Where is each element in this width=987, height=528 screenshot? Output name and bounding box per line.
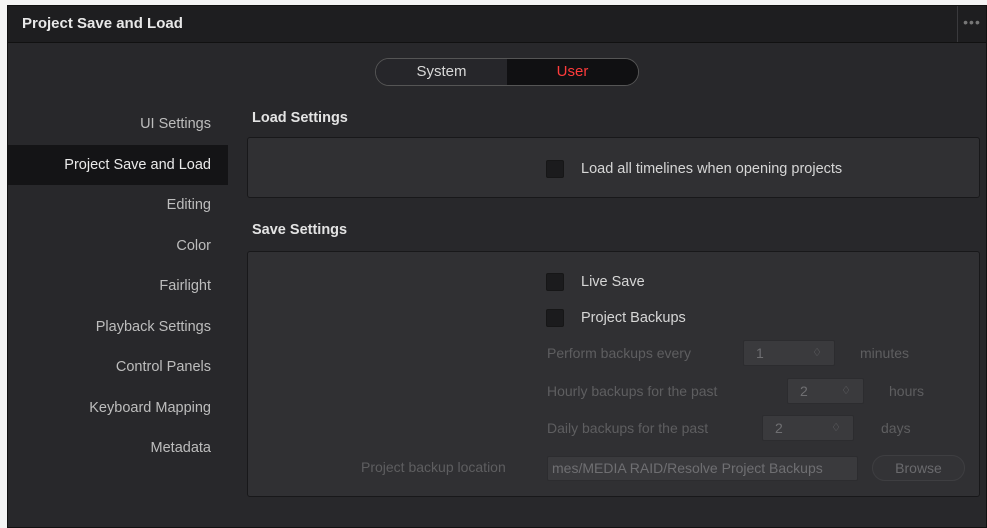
live-save-checkbox[interactable] <box>546 273 564 291</box>
sidebar-item-editing[interactable]: Editing <box>8 185 228 226</box>
scope-system-tab[interactable]: System <box>376 59 507 85</box>
backup-location-field[interactable]: mes/MEDIA RAID/Resolve Project Backups <box>547 456 858 481</box>
scope-toggle: System User <box>375 58 639 86</box>
titlebar: Project Save and Load ••• <box>8 6 986 43</box>
settings-sidebar: UI Settings Project Save and Load Editin… <box>8 104 228 469</box>
window-title: Project Save and Load <box>22 15 183 32</box>
live-save-row: Live Save <box>546 273 645 291</box>
load-settings-heading: Load Settings <box>252 110 348 126</box>
hourly-backups-spinner[interactable]: 2 ♢ <box>787 378 864 404</box>
live-save-label: Live Save <box>581 274 645 290</box>
perform-backups-spinner[interactable]: 1 ♢ <box>743 340 835 366</box>
perform-backups-value: 1 <box>756 345 764 361</box>
spinner-arrows-icon: ♢ <box>831 422 841 434</box>
sidebar-item-ui-settings[interactable]: UI Settings <box>8 104 228 145</box>
daily-backups-unit: days <box>881 420 911 436</box>
sidebar-item-fairlight[interactable]: Fairlight <box>8 266 228 307</box>
hourly-backups-unit: hours <box>889 383 925 399</box>
sidebar-item-metadata[interactable]: Metadata <box>8 428 228 469</box>
sidebar-item-project-save-and-load[interactable]: Project Save and Load <box>8 144 228 185</box>
sidebar-item-control-panels[interactable]: Control Panels <box>8 347 228 388</box>
save-settings-heading: Save Settings <box>252 222 348 238</box>
daily-backups-spinner[interactable]: 2 ♢ <box>762 415 854 441</box>
hourly-backups-label: Hourly backups for the past <box>547 383 718 399</box>
preferences-window: Project Save and Load ••• System User UI… <box>7 5 987 528</box>
spinner-arrows-icon: ♢ <box>812 347 822 359</box>
perform-backups-label: Perform backups every <box>547 345 691 361</box>
project-backups-row: Project Backups <box>546 309 686 327</box>
spinner-arrows-icon: ♢ <box>841 385 851 397</box>
load-all-timelines-checkbox[interactable] <box>546 160 564 178</box>
project-backups-checkbox[interactable] <box>546 309 564 327</box>
browse-button[interactable]: Browse <box>872 455 965 481</box>
sidebar-item-color[interactable]: Color <box>8 226 228 267</box>
load-settings-panel: Load all timelines when opening projects <box>247 137 980 198</box>
daily-backups-value: 2 <box>775 420 783 436</box>
hourly-backups-value: 2 <box>800 383 808 399</box>
daily-backups-label: Daily backups for the past <box>547 420 709 436</box>
load-all-timelines-row: Load all timelines when opening projects <box>546 160 842 178</box>
sidebar-item-playback-settings[interactable]: Playback Settings <box>8 307 228 348</box>
sidebar-item-keyboard-mapping[interactable]: Keyboard Mapping <box>8 388 228 429</box>
more-options-icon[interactable]: ••• <box>957 6 986 42</box>
project-backups-label: Project Backups <box>581 310 686 326</box>
perform-backups-unit: minutes <box>860 345 910 361</box>
load-all-timelines-label: Load all timelines when opening projects <box>581 161 843 177</box>
scope-user-tab[interactable]: User <box>507 59 638 85</box>
backup-location-label: Project backup location <box>361 459 506 475</box>
